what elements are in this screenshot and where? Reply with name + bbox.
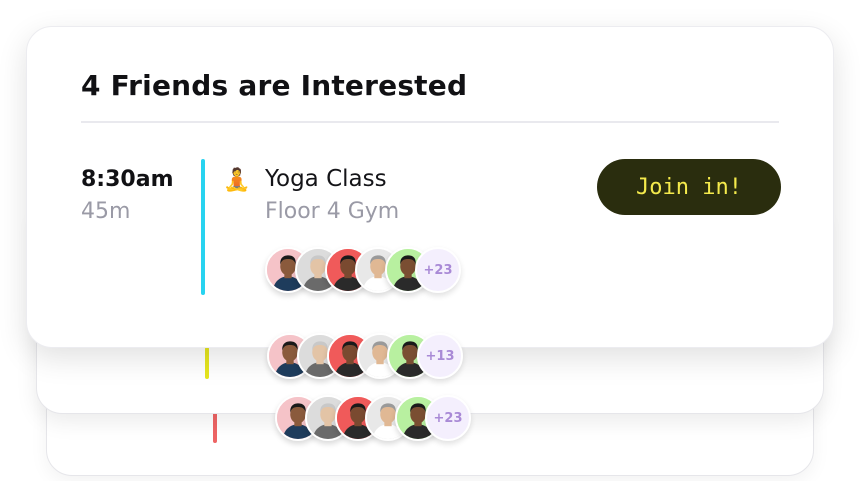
accent-bar-back [213,411,217,443]
event-location: Floor 4 Gym [265,199,400,224]
event-duration: 45m [81,199,131,224]
event-card-front[interactable]: 4 Friends are Interested 8:30am 45m 🧘 Yo… [26,26,834,348]
card-title: 4 Friends are Interested [81,69,468,102]
event-time: 8:30am [81,167,174,192]
avatar-stack-back: +23 [275,395,471,441]
yoga-emoji-icon: 🧘 [223,168,251,193]
event-title: Yoga Class [265,166,387,192]
avatar-stack-middle: +13 [267,333,463,379]
more-count-badge[interactable]: +23 [415,247,461,293]
join-button[interactable]: Join in! [597,159,781,215]
more-count-badge[interactable]: +23 [425,395,471,441]
avatar-stack-front[interactable]: +23 [265,247,461,293]
accent-bar-middle [205,347,209,379]
divider [81,121,779,123]
more-count-badge[interactable]: +13 [417,333,463,379]
accent-bar-front [201,159,205,295]
